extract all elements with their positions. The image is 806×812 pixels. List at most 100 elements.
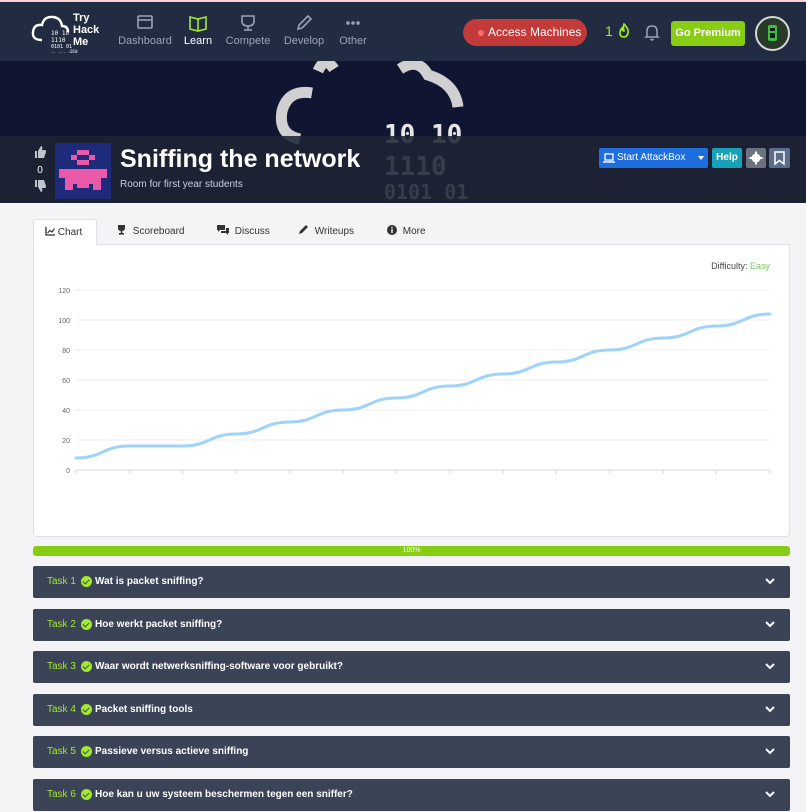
svg-text:10 10: 10 10: [51, 30, 69, 37]
nav-label: Learn: [183, 35, 213, 47]
task-title: Packet sniffing tools: [95, 704, 193, 715]
svg-text:.. ... .010: .. ... .010: [51, 49, 78, 54]
tab-discuss[interactable]: Discuss: [217, 219, 270, 245]
chart-icon: [45, 227, 55, 236]
go-premium-button[interactable]: Go Premium: [671, 21, 745, 46]
y-tick-label: 100: [58, 318, 70, 325]
progress-line-chart: 0 20 40 60 80 100 120: [58, 288, 772, 475]
y-tick-label: 60: [62, 378, 70, 385]
thumbs-up-icon[interactable]: [33, 145, 47, 159]
task-header[interactable]: Task 1 Wat is packet sniffing?: [33, 566, 790, 598]
chevron-down-icon: [765, 578, 775, 585]
help-button[interactable]: Help: [712, 148, 742, 168]
access-machines-button[interactable]: Access Machines: [463, 19, 587, 46]
task-number: Task 2: [47, 619, 76, 630]
chevron-down-icon: [765, 791, 775, 798]
more-icon: [346, 21, 360, 25]
caret-down-icon[interactable]: [697, 155, 705, 161]
y-tick-label: 0: [66, 468, 70, 475]
start-attackbox-button[interactable]: Start AttackBox: [599, 148, 708, 168]
trophy-icon: [241, 15, 255, 31]
nav-label: Other: [339, 35, 367, 47]
settings-button[interactable]: [746, 148, 766, 168]
y-tick-label: 20: [62, 438, 70, 445]
logo-text: Try Hack Me: [73, 12, 100, 48]
nav-dashboard[interactable]: Dashboard: [115, 14, 175, 47]
check-circle-icon: [81, 789, 92, 800]
check-circle-icon: [81, 576, 92, 587]
y-tick-label: 40: [62, 408, 70, 415]
top-navbar: 10 10 1110 0101 01 .. ... .010 Try Hack …: [0, 0, 806, 61]
vote-count: 0: [37, 165, 43, 176]
tab-scoreboard[interactable]: Scoreboard: [116, 219, 184, 245]
streak-counter[interactable]: 1: [605, 22, 631, 39]
task-title: Passieve versus actieve sniffing: [95, 746, 249, 757]
tab-label: Chart: [57, 227, 83, 238]
nav-label: Compete: [225, 35, 271, 47]
task-header[interactable]: Task 3 Waar wordt netwerksniffing-softwa…: [33, 651, 790, 683]
task-header[interactable]: Task 5 Passieve versus actieve sniffing: [33, 736, 790, 768]
room-pixel-art: [59, 150, 107, 190]
comments-icon: [217, 225, 229, 235]
series-line: [74, 312, 772, 460]
access-machines-label: Access Machines: [488, 25, 582, 39]
task-number: Task 3: [47, 661, 76, 672]
tab-label: More: [402, 226, 426, 237]
difficulty-value: Easy: [749, 261, 770, 271]
tab-chart[interactable]: Chart: [33, 219, 97, 245]
room-subtitle: Room for first year students: [120, 179, 243, 190]
tab-label: Discuss: [234, 226, 270, 237]
task-header[interactable]: Task 4 Packet sniffing tools: [33, 694, 790, 726]
progress-label: 100%: [402, 547, 421, 554]
room-tabs: Chart Scoreboard Discuss Writeups More: [33, 219, 790, 245]
task-number: Task 6: [47, 789, 76, 800]
bell-icon[interactable]: [643, 22, 661, 42]
task-title: Wat is packet sniffing?: [95, 576, 204, 587]
difficulty-label: Difficulty:: [711, 261, 748, 271]
check-circle-icon: [81, 704, 92, 715]
check-circle-icon: [81, 746, 92, 757]
chevron-down-icon: [765, 663, 775, 670]
chevron-down-icon: [765, 621, 775, 628]
room-title: Sniffing the network: [120, 145, 361, 173]
nav-label: Develop: [283, 35, 325, 47]
tab-writeups[interactable]: Writeups: [298, 219, 354, 245]
room-icon: [55, 143, 111, 199]
task-title: Hoe kan u uw systeem beschermen tegen ee…: [95, 789, 353, 800]
laptop-icon: [603, 153, 615, 163]
tab-more[interactable]: More: [387, 219, 426, 245]
status-dot: [478, 30, 484, 36]
room-progress-bar: 100%: [33, 546, 790, 556]
info-icon: [387, 225, 397, 235]
check-circle-icon: [81, 661, 92, 672]
tab-label: Writeups: [314, 226, 355, 237]
task-title: Waar wordt netwerksniffing-software voor…: [95, 661, 343, 672]
pen-icon: [299, 225, 308, 234]
check-circle-icon: [81, 619, 92, 630]
avatar-image: [768, 25, 777, 41]
task-header[interactable]: Task 2 Hoe werkt packet sniffing?: [33, 609, 790, 641]
y-tick-label: 80: [62, 348, 70, 355]
dashboard-icon: [137, 15, 153, 29]
room-banner: 10 10 1110 0101 01 0 Sniffing the networ…: [0, 61, 806, 203]
nav-label: Dashboard: [118, 35, 172, 47]
streak-count: 1: [605, 23, 613, 39]
thumbs-down-icon[interactable]: [33, 179, 47, 193]
avatar[interactable]: [755, 16, 790, 51]
bookmark-button[interactable]: [769, 148, 790, 168]
chevron-down-icon: [765, 748, 775, 755]
task-title: Hoe werkt packet sniffing?: [95, 619, 223, 630]
nav-compete[interactable]: Compete: [218, 14, 278, 47]
nav-other[interactable]: Other: [323, 14, 383, 47]
tab-label: Scoreboard: [132, 226, 185, 237]
y-tick-label: 120: [58, 288, 70, 295]
trophy-icon: [118, 225, 125, 235]
svg-text:1110: 1110: [51, 37, 66, 44]
vote-widget: 0: [30, 145, 50, 196]
difficulty-indicator: Difficulty: Easy: [711, 261, 770, 271]
chevron-down-icon: [765, 706, 775, 713]
task-header[interactable]: Task 6 Hoe kan u uw systeem beschermen t…: [33, 779, 790, 811]
attackbox-label: Start AttackBox: [617, 152, 686, 163]
fire-icon: [618, 22, 629, 38]
gear-icon: [749, 151, 763, 165]
